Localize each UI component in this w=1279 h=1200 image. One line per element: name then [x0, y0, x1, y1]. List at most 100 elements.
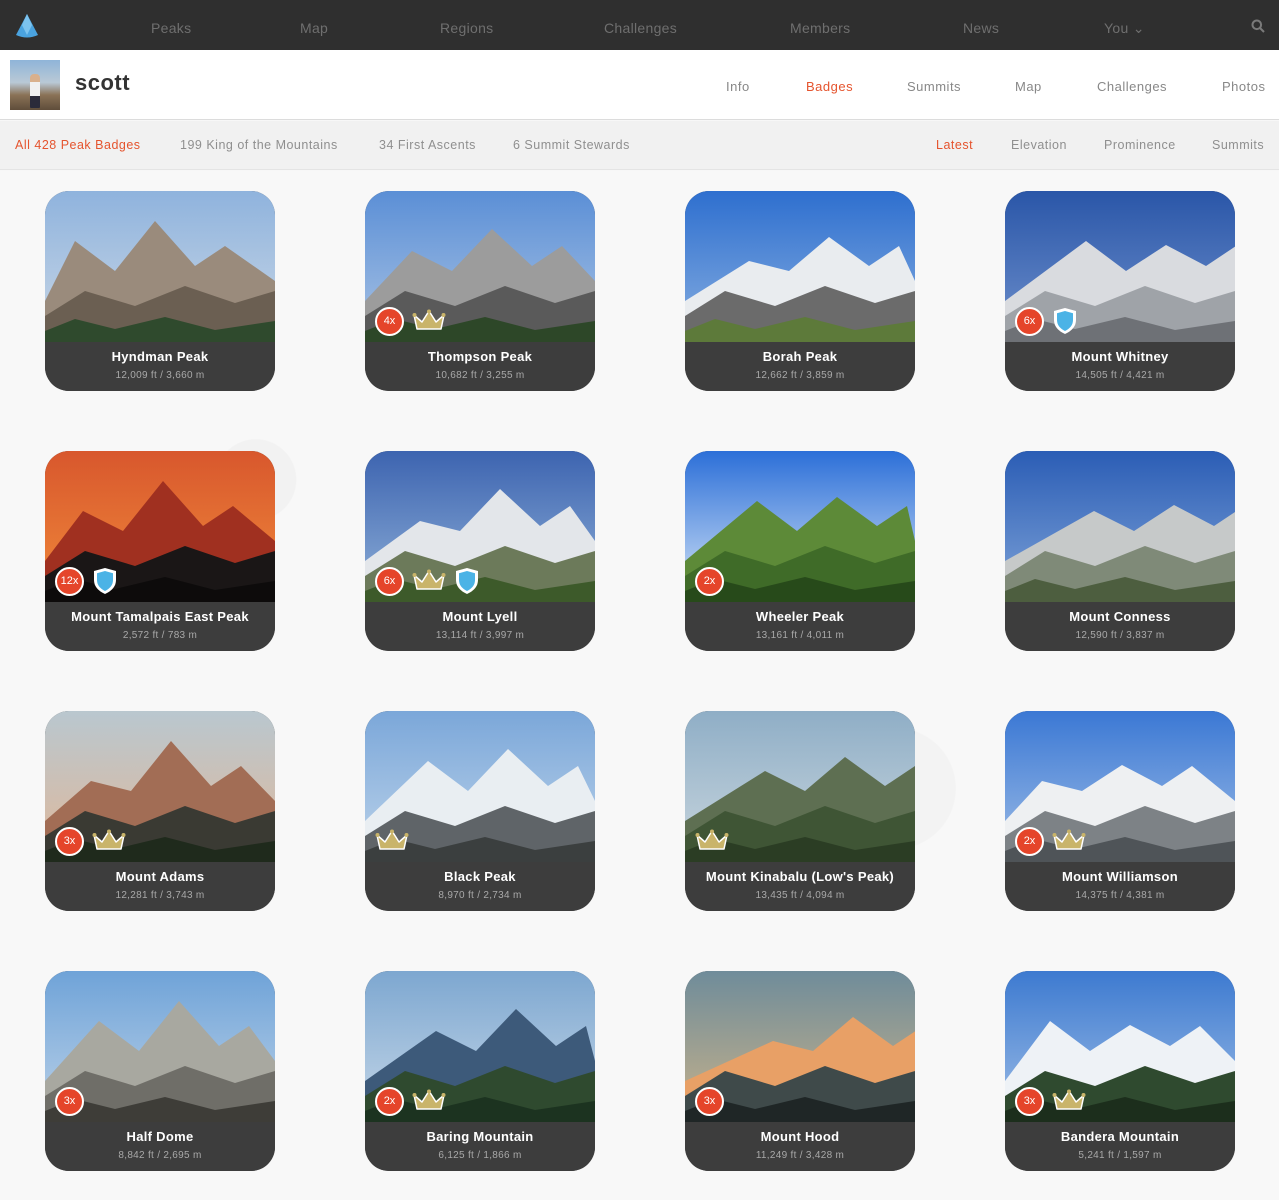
- peak-badge-card[interactable]: 6x Mount Whitney 14,505 ft / 4,421 m: [1005, 191, 1235, 391]
- peak-elevation: 12,009 ft / 3,660 m: [115, 370, 205, 381]
- peak-badge-card[interactable]: 3x Mount Adams 12,281 ft / 3,743 m: [45, 711, 275, 911]
- crown-icon: [695, 829, 729, 850]
- peak-name: Mount Conness: [1069, 609, 1171, 624]
- peak-badge-card[interactable]: Black Peak 8,970 ft / 2,734 m: [365, 711, 595, 911]
- tab-badges[interactable]: Badges: [806, 50, 853, 120]
- peak-caption: Mount Conness 12,590 ft / 3,837 m: [1005, 602, 1235, 651]
- peak-caption: Black Peak 8,970 ft / 2,734 m: [365, 862, 595, 911]
- search-icon[interactable]: [1251, 19, 1265, 33]
- crown-icon: [412, 309, 446, 330]
- peak-elevation: 12,662 ft / 3,859 m: [755, 370, 845, 381]
- peak-name: Baring Mountain: [426, 1129, 534, 1144]
- tab-summits[interactable]: Summits: [907, 50, 961, 120]
- peak-elevation: 13,161 ft / 4,011 m: [755, 630, 845, 641]
- peak-badge-card[interactable]: 12x Mount Tamalpais East Peak 2,572 ft /…: [45, 451, 275, 651]
- peak-caption: Half Dome 8,842 ft / 2,695 m: [45, 1122, 275, 1171]
- peak-elevation: 12,281 ft / 3,743 m: [115, 890, 205, 901]
- nav-peaks[interactable]: Peaks: [151, 0, 191, 50]
- tab-map[interactable]: Map: [1015, 50, 1042, 120]
- sort-prominence[interactable]: Prominence: [1104, 121, 1176, 170]
- peak-badge-card[interactable]: 4x Thompson Peak 10,682 ft / 3,255 m: [365, 191, 595, 391]
- avatar[interactable]: [10, 60, 60, 110]
- peak-badge-card[interactable]: Mount Kinabalu (Low's Peak) 13,435 ft / …: [685, 711, 915, 911]
- sort-latest[interactable]: Latest: [936, 121, 973, 170]
- badge-icons: 3x: [55, 826, 126, 856]
- peak-caption: Mount Adams 12,281 ft / 3,743 m: [45, 862, 275, 911]
- badge-icons: 3x: [695, 1086, 724, 1116]
- peak-photo-container: [685, 191, 915, 342]
- peak-name: Black Peak: [444, 869, 516, 884]
- peak-elevation: 10,682 ft / 3,255 m: [435, 370, 525, 381]
- peak-caption: Thompson Peak 10,682 ft / 3,255 m: [365, 342, 595, 391]
- peakery-logo-icon[interactable]: [14, 13, 40, 39]
- peak-badge-card[interactable]: 3x Half Dome 8,842 ft / 2,695 m: [45, 971, 275, 1171]
- filter-first-ascents[interactable]: 34 First Ascents: [379, 121, 476, 170]
- summit-count-badge: 3x: [55, 826, 84, 856]
- badge-icons: 12x: [55, 566, 118, 596]
- summit-count-badge: 6x: [1015, 306, 1044, 336]
- peak-name: Mount Kinabalu (Low's Peak): [705, 869, 895, 884]
- peak-elevation: 13,435 ft / 4,094 m: [755, 890, 845, 901]
- crown-icon: [1052, 1089, 1086, 1110]
- peak-name: Mount Adams: [115, 869, 205, 884]
- filter-king-of-mountains[interactable]: 199 King of the Mountains: [180, 121, 338, 170]
- peak-badge-card[interactable]: 6x Mount Lyell 13,114 ft / 3,997 m: [365, 451, 595, 651]
- peak-photo-container: [45, 191, 275, 342]
- tab-info[interactable]: Info: [726, 50, 750, 120]
- nav-you-dropdown[interactable]: You ⌄: [1104, 0, 1145, 50]
- sort-elevation[interactable]: Elevation: [1011, 121, 1067, 170]
- peak-name: Mount Lyell: [442, 609, 518, 624]
- crown-icon: [412, 569, 446, 590]
- peak-elevation: 11,249 ft / 3,428 m: [755, 1150, 845, 1161]
- peak-caption: Baring Mountain 6,125 ft / 1,866 m: [365, 1122, 595, 1171]
- peak-name: Wheeler Peak: [755, 609, 845, 624]
- peak-photo-container: [1005, 451, 1235, 602]
- badge-icons: 2x: [1015, 826, 1086, 856]
- peak-photo: [1005, 451, 1235, 602]
- nav-regions[interactable]: Regions: [440, 0, 493, 50]
- summit-count-badge: 12x: [55, 566, 84, 596]
- tab-challenges[interactable]: Challenges: [1097, 50, 1167, 120]
- badge-icons: [695, 826, 729, 856]
- peak-badge-card[interactable]: 3x Bandera Mountain 5,241 ft / 1,597 m: [1005, 971, 1235, 1171]
- top-navigation: Peaks Map Regions Challenges Members New…: [0, 0, 1279, 50]
- peak-elevation: 12,590 ft / 3,837 m: [1075, 630, 1165, 641]
- peak-name: Mount Whitney: [1071, 349, 1169, 364]
- peak-elevation: 6,125 ft / 1,866 m: [438, 1150, 522, 1161]
- filter-all-badges[interactable]: All 428 Peak Badges: [15, 121, 141, 170]
- badge-icons: [375, 826, 409, 856]
- nav-challenges[interactable]: Challenges: [604, 0, 677, 50]
- peak-caption: Hyndman Peak 12,009 ft / 3,660 m: [45, 342, 275, 391]
- peak-elevation: 2,572 ft / 783 m: [122, 630, 198, 641]
- peak-badge-card[interactable]: Hyndman Peak 12,009 ft / 3,660 m: [45, 191, 275, 391]
- nav-news[interactable]: News: [963, 0, 999, 50]
- shield-icon: [456, 568, 478, 594]
- nav-map[interactable]: Map: [300, 0, 328, 50]
- peak-caption: Borah Peak 12,662 ft / 3,859 m: [685, 342, 915, 391]
- peak-caption: Mount Hood 11,249 ft / 3,428 m: [685, 1122, 915, 1171]
- crown-icon: [92, 829, 126, 850]
- peak-badge-card[interactable]: 2x Wheeler Peak 13,161 ft / 4,011 m: [685, 451, 915, 651]
- peak-name: Thompson Peak: [427, 349, 533, 364]
- peak-elevation: 13,114 ft / 3,997 m: [435, 630, 525, 641]
- summit-count-badge: 2x: [695, 566, 724, 596]
- peak-name: Half Dome: [126, 1129, 194, 1144]
- peak-badge-card[interactable]: 2x Baring Mountain 6,125 ft / 1,866 m: [365, 971, 595, 1171]
- summit-count-badge: 3x: [55, 1086, 84, 1116]
- tab-photos[interactable]: Photos: [1222, 50, 1265, 120]
- sort-summits[interactable]: Summits: [1212, 121, 1264, 170]
- peak-name: Hyndman Peak: [111, 349, 209, 364]
- peak-caption: Mount Williamson 14,375 ft / 4,381 m: [1005, 862, 1235, 911]
- filter-summit-stewards[interactable]: 6 Summit Stewards: [513, 121, 630, 170]
- summit-count-badge: 2x: [375, 1086, 404, 1116]
- badge-icons: 3x: [1015, 1086, 1086, 1116]
- peak-badge-card[interactable]: 2x Mount Williamson 14,375 ft / 4,381 m: [1005, 711, 1235, 911]
- summit-count-badge: 6x: [375, 566, 404, 596]
- crown-icon: [1052, 829, 1086, 850]
- peak-badge-card[interactable]: Borah Peak 12,662 ft / 3,859 m: [685, 191, 915, 391]
- peak-caption: Wheeler Peak 13,161 ft / 4,011 m: [685, 602, 915, 651]
- peak-badge-card[interactable]: 3x Mount Hood 11,249 ft / 3,428 m: [685, 971, 915, 1171]
- profile-header: scott Info Badges Summits Map Challenges…: [0, 50, 1279, 120]
- peak-badge-card[interactable]: Mount Conness 12,590 ft / 3,837 m: [1005, 451, 1235, 651]
- nav-members[interactable]: Members: [790, 0, 850, 50]
